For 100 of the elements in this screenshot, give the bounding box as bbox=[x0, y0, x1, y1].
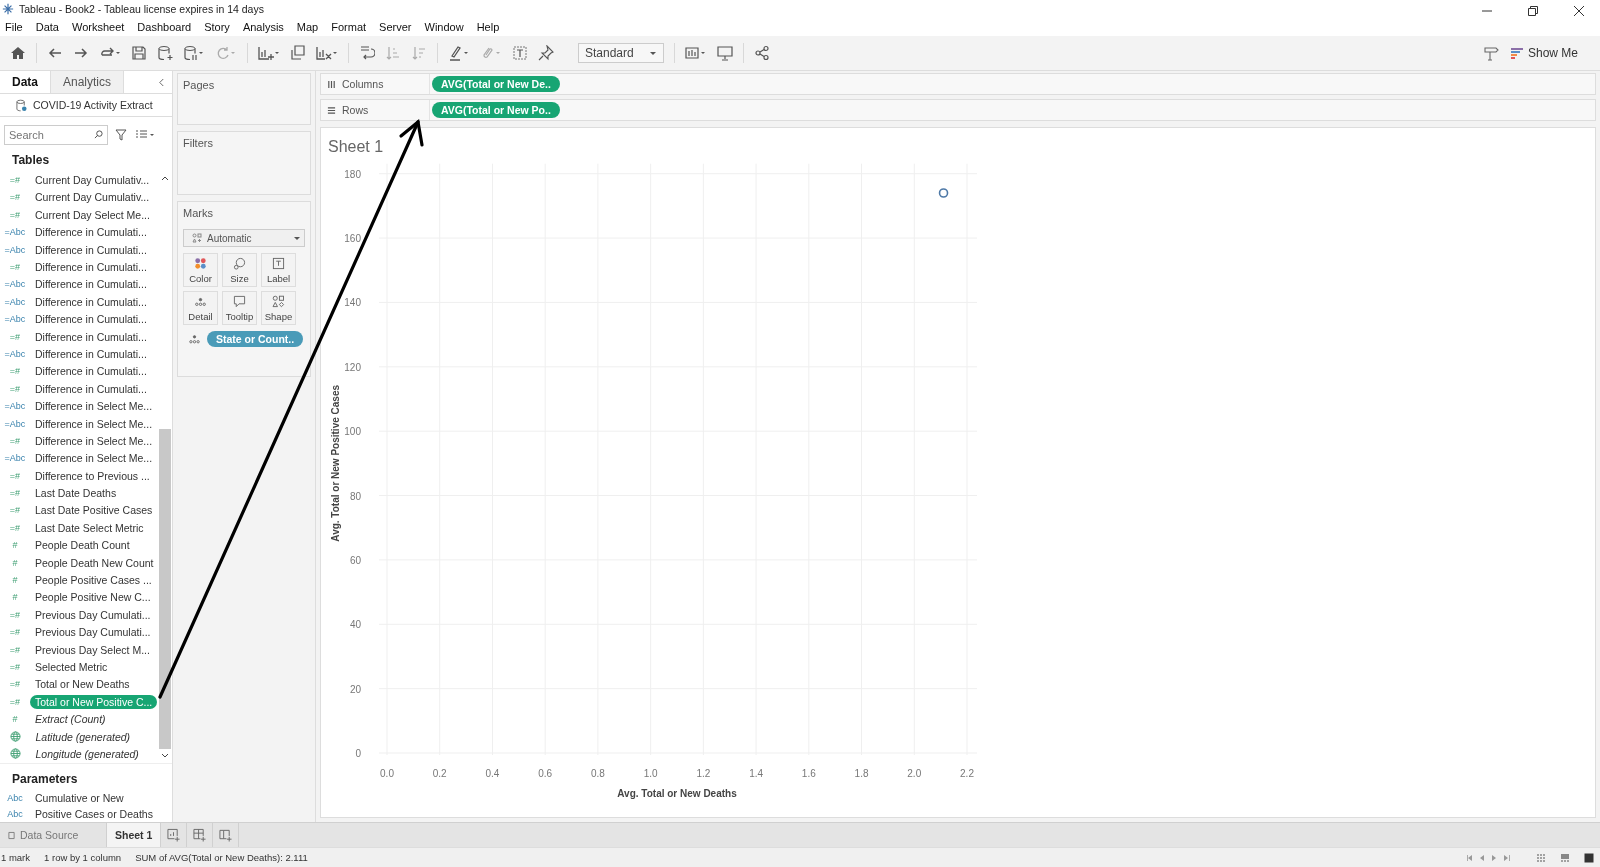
circles-icon bbox=[233, 256, 246, 270]
field-type-icon: # bbox=[0, 575, 30, 585]
close-icon[interactable] bbox=[1574, 6, 1584, 16]
menu-item[interactable]: Dashboard bbox=[137, 21, 192, 33]
field-type-icon: # bbox=[0, 592, 30, 603]
field-type-icon: =Abc bbox=[0, 314, 30, 325]
field-item[interactable]: People Positive Cases ... bbox=[30, 573, 157, 587]
show-cards-icon[interactable] bbox=[685, 45, 707, 61]
menu-item[interactable]: Format bbox=[331, 21, 367, 33]
field-item[interactable]: Current Day Cumulativ... bbox=[30, 190, 155, 205]
tabs-view-icon[interactable] bbox=[1584, 852, 1594, 863]
marks-button[interactable]: Size bbox=[222, 253, 257, 287]
field-item[interactable]: Previous Day Cumulati... bbox=[30, 625, 156, 640]
sheet-tab[interactable]: Sheet 1 bbox=[107, 823, 162, 847]
menu-item[interactable]: Server bbox=[379, 21, 412, 33]
marks-button[interactable]: Color bbox=[183, 253, 218, 287]
field-item[interactable]: Difference in Select Me... bbox=[30, 416, 158, 431]
pin-icon[interactable] bbox=[538, 45, 554, 61]
filmstrip-view-icon[interactable] bbox=[1560, 852, 1570, 863]
field-item[interactable]: Difference in Cumulati... bbox=[30, 364, 152, 379]
field-item[interactable]: People Death New Count bbox=[30, 555, 159, 570]
field-item[interactable]: Current Day Select Me... bbox=[30, 207, 155, 222]
presentation-icon[interactable] bbox=[717, 45, 733, 61]
menu-item[interactable]: Window bbox=[424, 21, 464, 33]
field-item[interactable]: Difference in Select Me... bbox=[30, 451, 158, 466]
fit-dropdown[interactable]: Standard bbox=[578, 43, 664, 63]
search-icon bbox=[94, 130, 103, 140]
save-icon[interactable] bbox=[131, 45, 147, 61]
field-item[interactable]: People Positive New C... bbox=[30, 590, 156, 605]
field-item[interactable]: Difference in Cumulati... bbox=[30, 329, 152, 344]
field-item[interactable]: Latitude (generated) bbox=[30, 729, 136, 744]
show-me-button[interactable]: Show Me bbox=[1508, 44, 1580, 62]
x-axis-title: Avg. Total or New Deaths bbox=[617, 788, 737, 799]
field-item[interactable]: Selected Metric bbox=[30, 659, 113, 674]
new-worksheet-icon[interactable] bbox=[258, 45, 280, 61]
menu-item[interactable]: Help bbox=[476, 21, 500, 33]
field-item[interactable]: People Death Count bbox=[30, 538, 135, 553]
field-item[interactable]: Difference in Cumulati... bbox=[30, 225, 152, 240]
marks-button[interactable]: Shape bbox=[261, 291, 296, 325]
field-item[interactable]: Last Date Deaths bbox=[30, 486, 122, 501]
menu-item[interactable]: Worksheet bbox=[72, 21, 125, 33]
restore-icon[interactable] bbox=[1528, 6, 1538, 16]
field-type-icon: =Abc bbox=[0, 348, 30, 359]
swap-icon[interactable] bbox=[359, 45, 375, 61]
field-item[interactable]: Previous Day Select M... bbox=[30, 642, 155, 657]
field-item[interactable]: Difference in Select Me... bbox=[30, 399, 158, 414]
search-field[interactable]: Search bbox=[4, 125, 108, 146]
marks-button[interactable]: Detail bbox=[183, 291, 218, 325]
home-icon[interactable] bbox=[10, 45, 26, 61]
field-item[interactable]: Difference in Cumulati... bbox=[30, 294, 152, 309]
highlight-icon[interactable] bbox=[448, 45, 470, 61]
pane-tab[interactable]: Analytics bbox=[51, 71, 125, 93]
clear-sheet-icon[interactable] bbox=[316, 45, 338, 61]
field-item[interactable]: Current Day Cumulativ... bbox=[30, 173, 155, 188]
field-item[interactable]: Difference in Cumulati... bbox=[30, 312, 152, 327]
marks-button[interactable]: Label bbox=[261, 253, 296, 287]
filter-icon[interactable] bbox=[115, 129, 127, 142]
scrollbar-thumb[interactable] bbox=[159, 428, 171, 749]
pause-datasource-icon[interactable] bbox=[183, 45, 205, 61]
parameter-item[interactable]: Positive Cases or Deaths bbox=[30, 806, 158, 821]
signpost-icon[interactable] bbox=[1482, 45, 1499, 61]
field-item[interactable]: Last Date Select Metric bbox=[30, 520, 149, 535]
duplicate-sheet-icon[interactable] bbox=[290, 45, 306, 61]
menu-item[interactable]: File bbox=[5, 21, 23, 33]
field-item[interactable]: Total or New Deaths bbox=[30, 677, 135, 692]
scroll-up-icon[interactable] bbox=[161, 175, 169, 182]
mark-type-dropdown[interactable]: Automatic bbox=[183, 229, 305, 247]
menu-item[interactable]: Story bbox=[204, 21, 230, 33]
paperclip-icon[interactable] bbox=[480, 45, 502, 61]
parameter-item[interactable]: Cumulative or New bbox=[30, 790, 129, 805]
marks-button[interactable]: Tooltip bbox=[222, 291, 257, 325]
new-datasource-icon[interactable] bbox=[157, 45, 173, 61]
y-tick-label: 120 bbox=[344, 361, 361, 373]
field-item[interactable]: Extract (Count) bbox=[30, 712, 111, 727]
grid-view-icon[interactable] bbox=[1536, 852, 1546, 863]
field-type-icon: Abc bbox=[0, 792, 30, 803]
field-item[interactable]: Previous Day Cumulati... bbox=[30, 607, 156, 622]
menu-item[interactable]: Data bbox=[35, 21, 59, 33]
collapse-icon[interactable] bbox=[158, 77, 165, 87]
field-item[interactable]: Difference in Cumulati... bbox=[30, 381, 152, 396]
scroll-down-icon[interactable] bbox=[161, 752, 169, 759]
menu-item[interactable]: Map bbox=[296, 21, 319, 33]
field-item[interactable]: Difference in Cumulati... bbox=[30, 242, 152, 257]
field-item[interactable]: Difference in Cumulati... bbox=[30, 260, 152, 274]
field-type-icon: =# bbox=[0, 470, 30, 481]
field-item[interactable]: Difference to Previous ... bbox=[30, 468, 155, 483]
text-box-icon[interactable] bbox=[512, 45, 528, 61]
field-type-icon: # bbox=[0, 540, 30, 551]
field-item[interactable]: Difference in Cumulati... bbox=[30, 346, 152, 361]
field-item[interactable]: Difference in Select Me... bbox=[30, 433, 158, 448]
share-icon[interactable] bbox=[754, 45, 770, 61]
x-tick-label: 0.4 bbox=[485, 768, 500, 779]
field-item[interactable]: Longitude (generated) bbox=[30, 746, 144, 761]
field-type-icon: =# bbox=[0, 661, 30, 672]
y-tick-label: 40 bbox=[349, 619, 361, 631]
field-item[interactable]: Last Date Positive Cases bbox=[30, 503, 158, 518]
section-heading: Parameters bbox=[0, 762, 172, 790]
menu-item[interactable]: Analysis bbox=[242, 21, 284, 33]
field-item[interactable]: Difference in Cumulati... bbox=[30, 277, 152, 292]
datasource-name[interactable]: COVID-19 Activity Extract bbox=[33, 99, 153, 112]
